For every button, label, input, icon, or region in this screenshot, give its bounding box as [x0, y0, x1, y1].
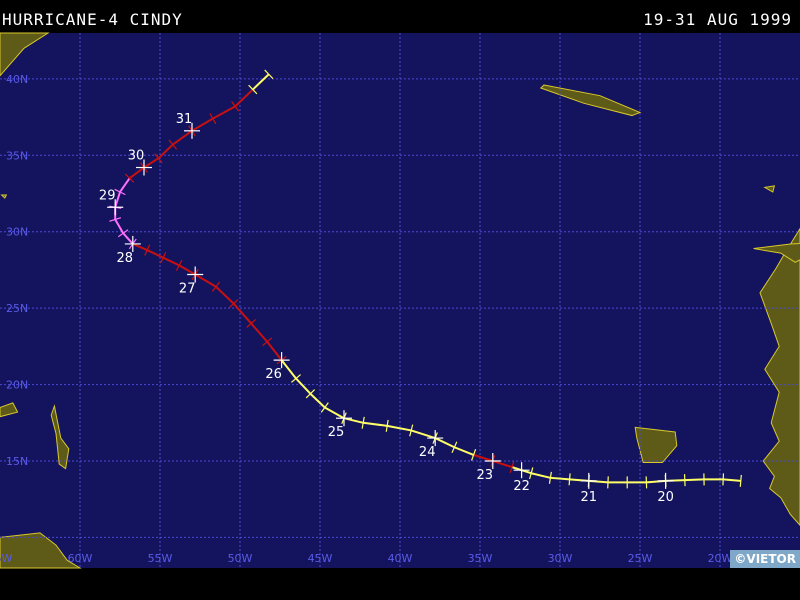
- longitude-label: 25W: [628, 552, 653, 565]
- storm-title: HURRICANE-4 CINDY: [2, 10, 183, 29]
- longitude-label: 55W: [148, 552, 173, 565]
- latitude-label: 25N: [6, 302, 28, 315]
- longitude-label: 60W: [68, 552, 93, 565]
- storm-date-range: 19-31 AUG 1999: [643, 10, 792, 29]
- day-label: 20: [657, 490, 674, 505]
- latitude-label: 35N: [6, 149, 28, 162]
- longitude-label: 40W: [388, 552, 413, 565]
- day-label: 23: [477, 468, 494, 483]
- day-label: 25: [328, 425, 345, 440]
- day-label: 28: [117, 251, 134, 266]
- longitude-label: 30W: [548, 552, 573, 565]
- longitude-label: 45W: [308, 552, 333, 565]
- day-label: 30: [128, 149, 145, 164]
- latitude-label: 30N: [6, 226, 28, 239]
- day-label: 26: [265, 367, 282, 382]
- hurricane-track-map: 15N 20N 25N 30N 35N 40N 65W 60W 55W 50W 45W 40W 35W 3…: [0, 32, 800, 569]
- day-label: 29: [99, 188, 116, 203]
- longitude-label: 65W: [0, 552, 13, 565]
- longitude-label: 50W: [228, 552, 253, 565]
- day-label: 21: [581, 490, 598, 505]
- day-label: 31: [176, 112, 193, 127]
- latitude-label: 20N: [6, 379, 28, 392]
- day-label: 22: [513, 479, 530, 494]
- track-segment: [684, 478, 705, 482]
- latitude-label: 15N: [6, 455, 28, 468]
- longitude-label: 35W: [468, 552, 493, 565]
- longitude-label: 20W: [708, 552, 733, 565]
- credit-badge: ©VIETOR: [730, 550, 800, 568]
- day-label: 27: [179, 282, 196, 297]
- day-label: 24: [419, 445, 436, 460]
- latitude-label: 40N: [6, 73, 28, 86]
